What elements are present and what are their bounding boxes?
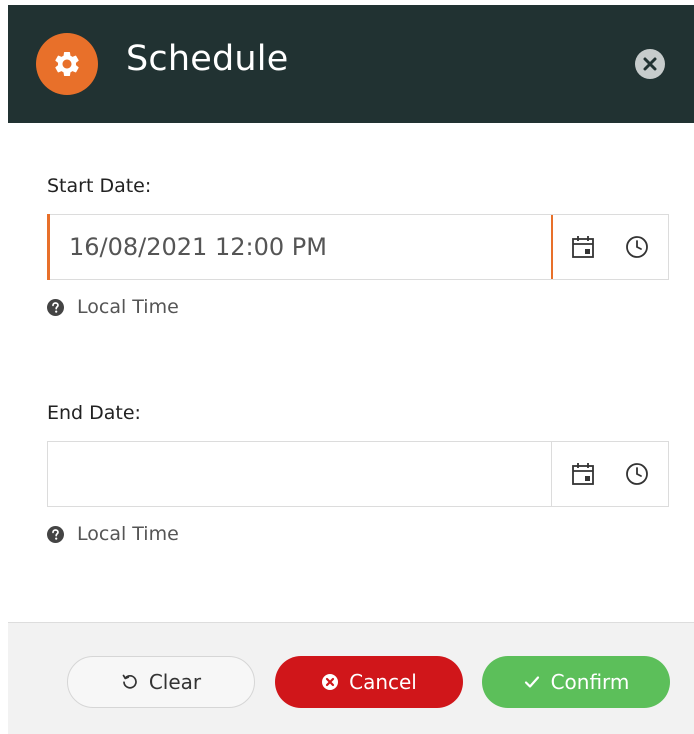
start-date-help-text: Local Time: [77, 296, 179, 318]
dialog-title: Schedule: [126, 39, 289, 79]
undo-icon: [121, 673, 139, 691]
dialog-footer: Clear Cancel Confirm: [8, 622, 694, 734]
start-date-field: [47, 214, 669, 280]
cancel-button[interactable]: Cancel: [275, 656, 463, 708]
close-button[interactable]: [635, 49, 665, 79]
schedule-dialog: Schedule Start Date: 16/08/2021 12:00 PM…: [8, 5, 694, 734]
confirm-button-label: Confirm: [550, 670, 630, 694]
end-date-label: End Date:: [47, 402, 141, 424]
start-date-calendar-button[interactable]: [567, 231, 599, 263]
header-badge: [36, 33, 98, 95]
calendar-icon: [570, 234, 596, 260]
calendar-icon: [570, 461, 596, 487]
close-circle-icon: [321, 673, 339, 691]
end-date-field: [47, 441, 669, 507]
start-date-help: Local Time: [47, 295, 179, 319]
end-date-time-button[interactable]: [621, 458, 653, 490]
cancel-button-label: Cancel: [349, 670, 417, 694]
question-circle-icon: [47, 298, 64, 316]
confirm-button[interactable]: Confirm: [482, 656, 670, 708]
question-circle-icon: [47, 525, 64, 543]
input-divider: [551, 215, 553, 279]
clock-icon: [624, 234, 650, 260]
dialog-header: Schedule: [8, 5, 694, 123]
clear-button[interactable]: Clear: [67, 656, 255, 708]
end-date-help-text: Local Time: [77, 523, 179, 545]
end-date-input[interactable]: [48, 442, 551, 506]
start-date-input[interactable]: [48, 215, 551, 279]
end-date-help: Local Time: [47, 522, 179, 546]
input-divider: [551, 442, 552, 506]
start-date-time-button[interactable]: [621, 231, 653, 263]
end-date-calendar-button[interactable]: [567, 458, 599, 490]
clock-icon: [624, 461, 650, 487]
check-icon: [523, 673, 541, 691]
clear-button-label: Clear: [148, 670, 202, 694]
gear-icon: [52, 49, 82, 79]
start-date-label: Start Date:: [47, 175, 152, 197]
close-icon: [643, 57, 657, 71]
